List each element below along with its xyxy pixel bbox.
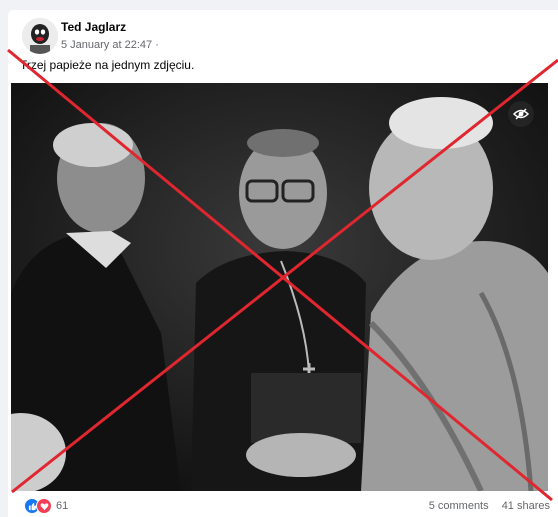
facebook-post: Ted Jaglarz 5 January at 22:47 · Trzej p… <box>8 10 558 517</box>
avatar-image <box>22 18 58 54</box>
post-photo[interactable] <box>11 83 548 491</box>
comments-link[interactable]: 5 comments <box>429 500 489 512</box>
post-stats: 5 comments 41 shares <box>419 500 550 512</box>
love-icon <box>36 498 52 514</box>
photo-image <box>11 83 548 491</box>
post-caption: Trzej papieże na jednym zdjęciu. <box>20 58 195 72</box>
author-name[interactable]: Ted Jaglarz <box>61 20 126 34</box>
shares-link[interactable]: 41 shares <box>502 500 550 512</box>
post-meta: 5 January at 22:47 · <box>61 39 159 51</box>
reactions[interactable]: 61 <box>24 498 68 514</box>
post-footer: 61 5 comments 41 shares <box>8 496 558 517</box>
reactions-count: 61 <box>56 500 69 512</box>
avatar[interactable] <box>22 18 58 54</box>
eye-off-icon <box>513 108 529 120</box>
post-date[interactable]: 5 January at 22:47 <box>61 39 152 51</box>
separator: · <box>155 39 159 51</box>
hide-photo-button[interactable] <box>508 101 534 127</box>
